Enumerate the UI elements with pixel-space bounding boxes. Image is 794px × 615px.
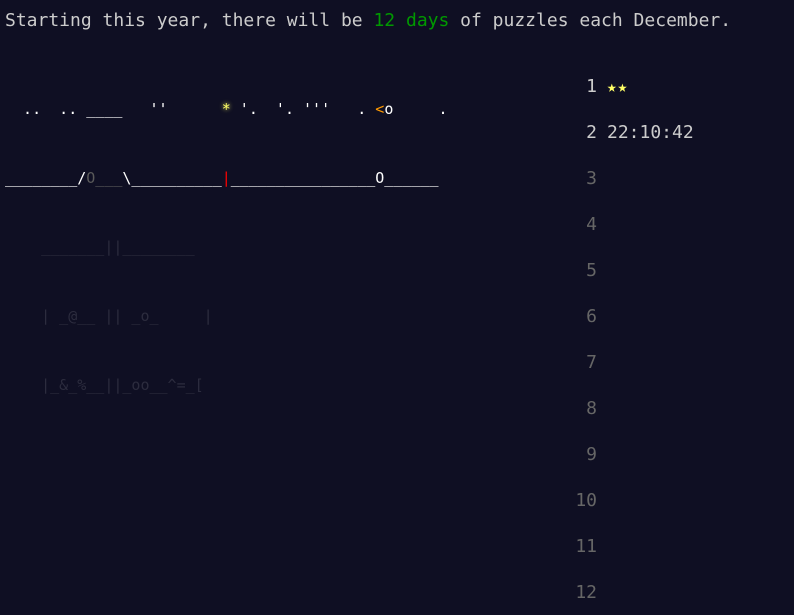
day-stars: ★★: [607, 77, 629, 96]
day-5-link: 5: [560, 258, 790, 304]
day-number: 9: [586, 444, 597, 465]
art-segment: '. '. ''' .: [230, 100, 376, 118]
day-9-link: 9: [560, 442, 790, 488]
day-3-link: 3: [560, 166, 790, 212]
intro-text: Starting this year, there will be 12 day…: [5, 9, 731, 33]
art-segment: .: [393, 100, 448, 118]
day-number: 1: [586, 76, 597, 97]
day-list: 1 ★★ 2 22:10:42 3 4 5 6 7 8 9 10 11 12: [560, 74, 790, 615]
day-2-link[interactable]: 2 22:10:42: [560, 120, 790, 166]
day-6-link: 6: [560, 304, 790, 350]
day-7-link: 7: [560, 350, 790, 396]
art-row: _______||________: [5, 236, 565, 259]
day-1-link[interactable]: 1 ★★: [560, 74, 790, 120]
intro-days-highlight: 12 days: [373, 10, 450, 31]
intro-suffix: of puzzles each December.: [449, 10, 732, 31]
intro-prefix: Starting this year, there will be: [5, 10, 374, 31]
day-8-link: 8: [560, 396, 790, 442]
day-12-link: 12: [560, 580, 790, 615]
day-number: 3: [586, 168, 597, 189]
day-4-link: 4: [560, 212, 790, 258]
day-number: 11: [575, 536, 597, 557]
art-segment: _______||________: [5, 238, 195, 256]
art-row: |_&_%__||_oo__^=_[: [5, 374, 565, 397]
day-time: 22:10:42: [607, 122, 694, 143]
art-segment: \__________: [122, 169, 222, 187]
art-row: | _@__ || _o_ |: [5, 305, 565, 328]
ascii-calendar-art: .. .. ____ '' * '. '. ''' . <o . _______…: [5, 52, 565, 420]
day-number: 7: [586, 352, 597, 373]
art-segment: <: [375, 100, 385, 118]
art-segment: O___: [86, 169, 123, 187]
day-number: 6: [586, 306, 597, 327]
day-number: 2: [586, 122, 597, 143]
day-number: 8: [586, 398, 597, 419]
art-row: ________/O___\__________|_______________…: [5, 167, 565, 190]
day-10-link: 10: [560, 488, 790, 534]
day-number: 10: [575, 490, 597, 511]
day-11-link: 11: [560, 534, 790, 580]
star-icon: *: [221, 100, 231, 118]
art-segment: |_&_%__||_oo__^=_[: [5, 376, 204, 394]
day-number: 12: [575, 582, 597, 603]
art-segment: | _@__ || _o_ |: [5, 307, 213, 325]
art-segment: o: [384, 100, 394, 118]
art-segment: .. .. ____ '': [5, 100, 222, 118]
day-number: 5: [586, 260, 597, 281]
art-segment: ________________O______: [230, 169, 439, 187]
art-segment: ________/: [5, 169, 87, 187]
art-segment: |: [221, 169, 231, 187]
day-number: 4: [586, 214, 597, 235]
art-row: .. .. ____ '' * '. '. ''' . <o .: [5, 98, 565, 121]
